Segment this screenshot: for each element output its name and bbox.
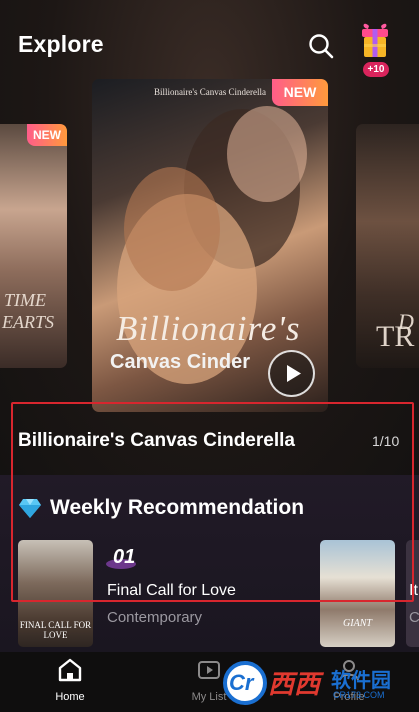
header: Explore +10 xyxy=(0,0,419,80)
carousel-card-next[interactable]: D TR xyxy=(356,124,419,368)
cover-text: TR xyxy=(376,320,415,353)
page-title: Explore xyxy=(18,31,104,57)
home-icon xyxy=(58,658,82,682)
book-genre: Co xyxy=(409,609,419,626)
cover-title-script: Billionaire's xyxy=(116,309,301,348)
watermark-site-name: 软件园 xyxy=(331,670,391,692)
carousel-card-prev[interactable]: NEW TIME EARTS xyxy=(0,124,67,368)
cover-text: TIME xyxy=(4,290,46,310)
new-badge: NEW xyxy=(27,124,67,146)
book-genre: Contemporary xyxy=(107,609,203,626)
cover-text: EARTS xyxy=(2,312,54,332)
cover-text: FINAL CALL FOR LOVE xyxy=(19,620,92,640)
watermark-url: CR173.COM xyxy=(333,690,385,700)
search-icon[interactable] xyxy=(307,32,335,60)
cover-title-sub: Canvas Cinder xyxy=(110,351,251,373)
nav-label: Home xyxy=(55,691,85,703)
play-icon xyxy=(287,365,301,382)
watermark-logo-text: Cr xyxy=(229,670,254,695)
gift-badge: +10 xyxy=(363,62,389,77)
play-button[interactable] xyxy=(268,350,315,397)
watermark-brand: 西西 xyxy=(268,669,321,699)
highlight-frame xyxy=(11,402,414,602)
play-list-icon xyxy=(198,661,220,679)
nav-home[interactable]: Home xyxy=(35,652,105,712)
cover-text: GIANT xyxy=(343,618,372,629)
new-badge: NEW xyxy=(272,79,328,106)
